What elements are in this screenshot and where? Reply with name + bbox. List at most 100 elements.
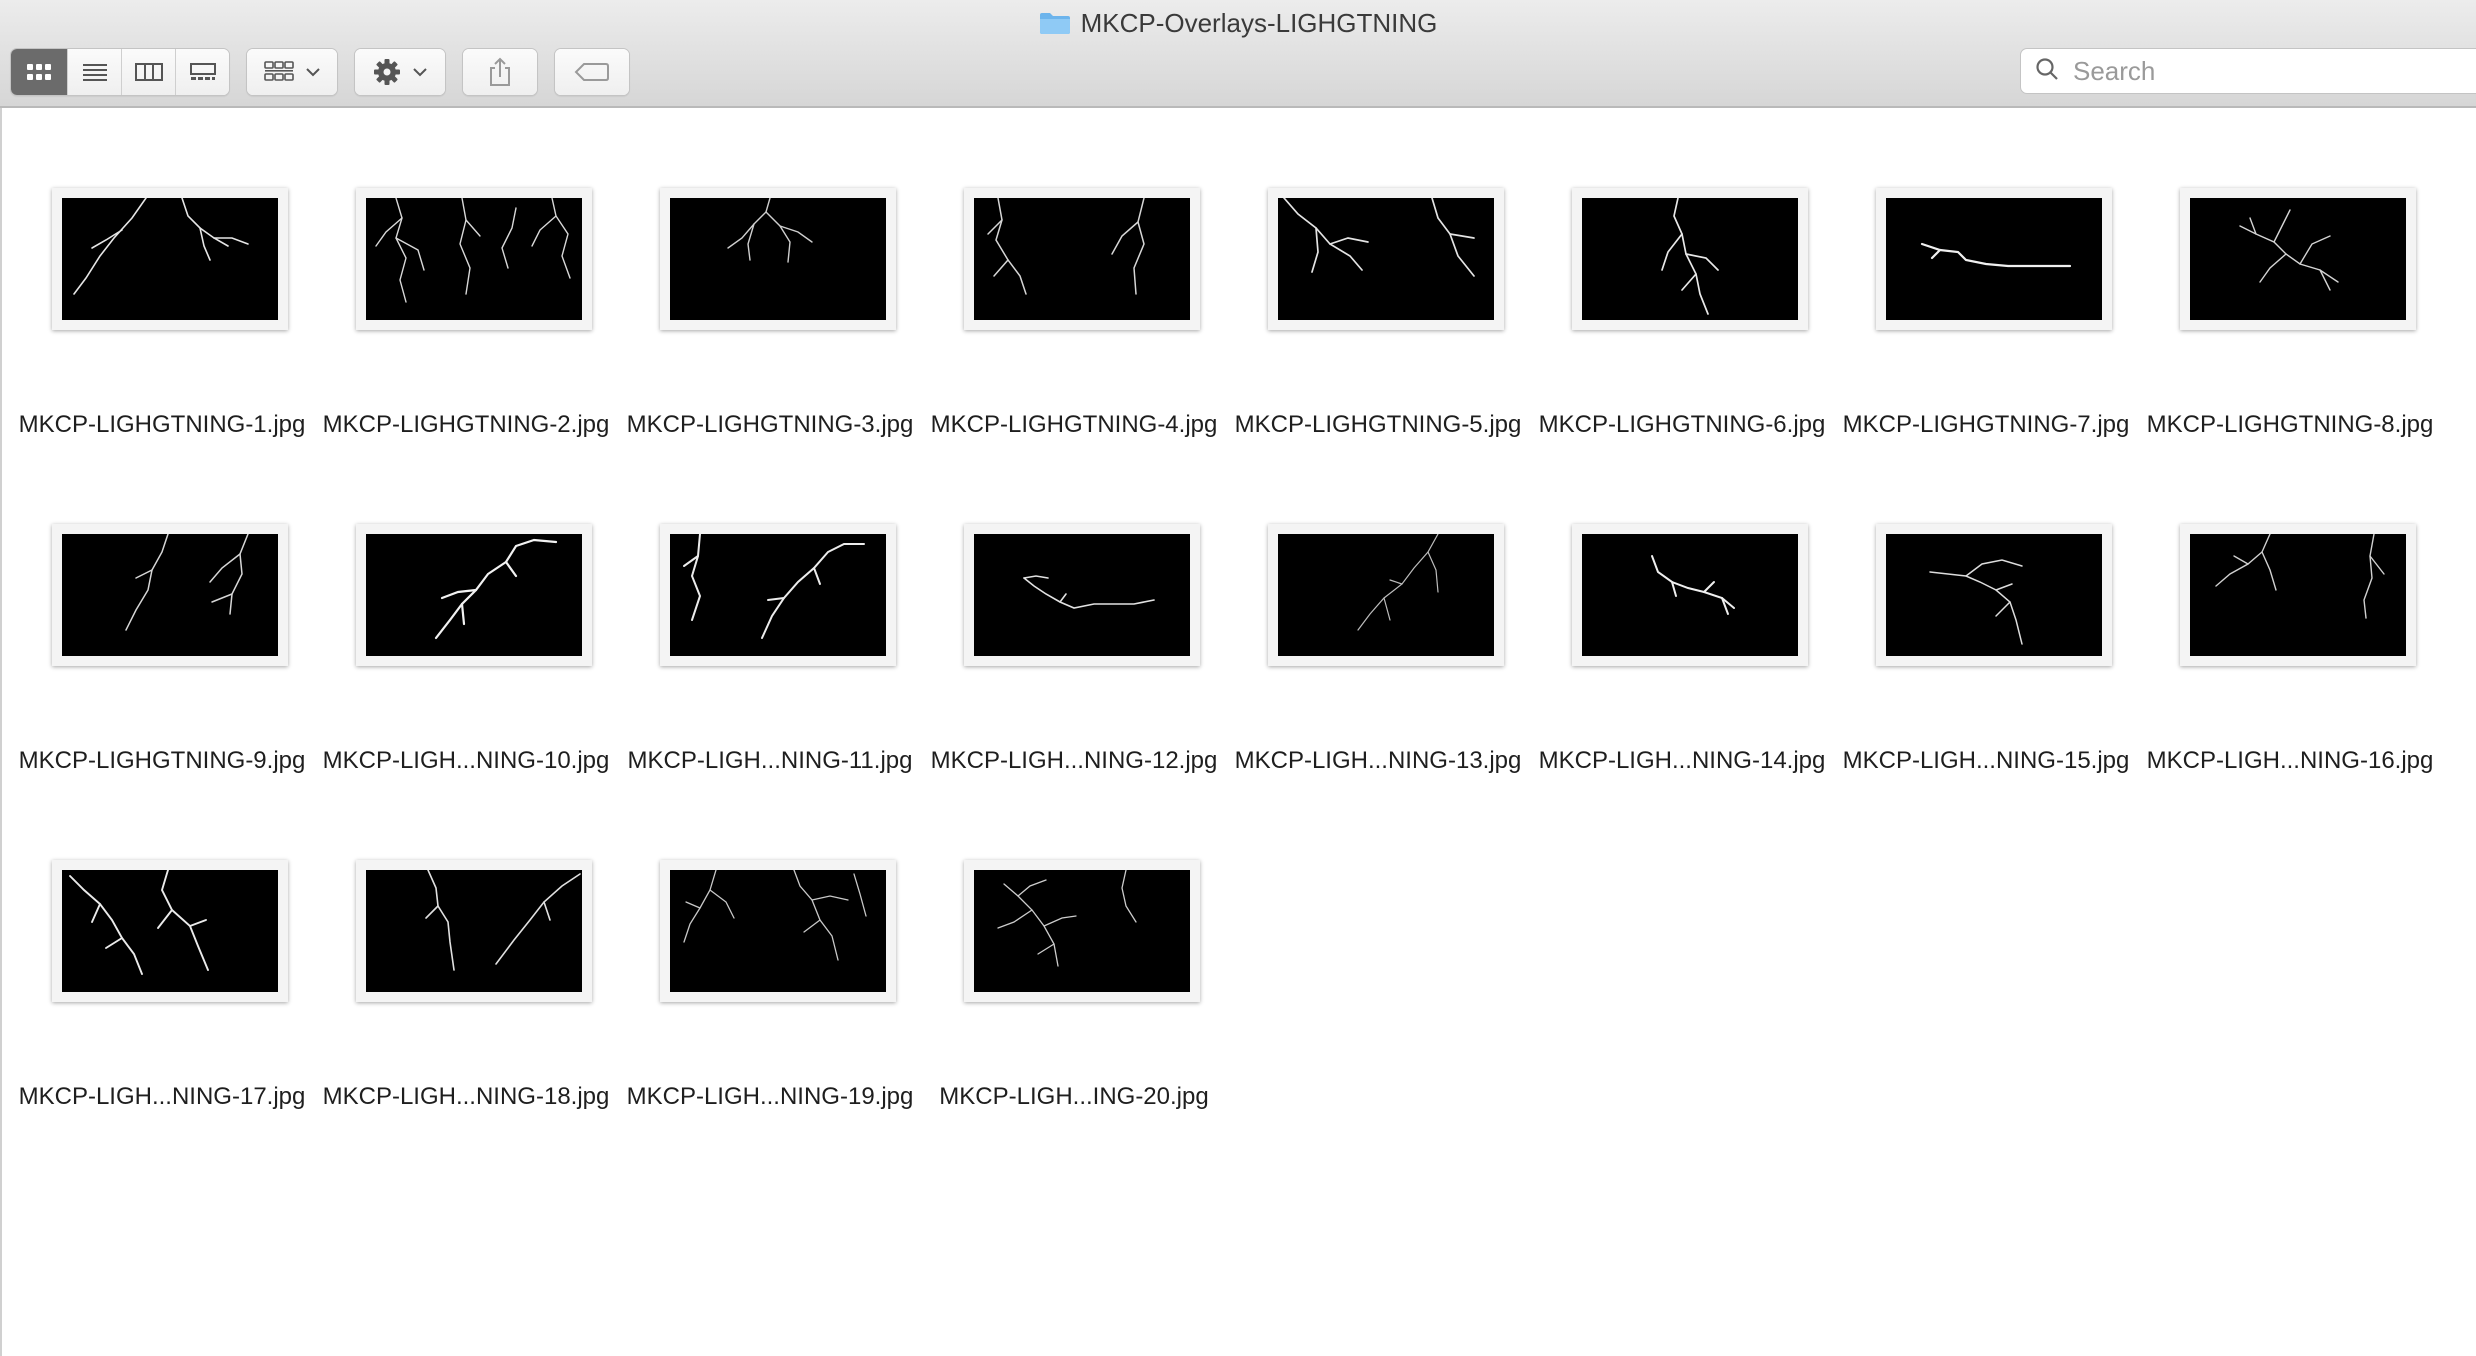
file-thumbnail [1572,188,1808,330]
lightning-thumbnail-image [1278,198,1494,320]
file-thumbnail [660,524,896,666]
lightning-thumbnail-image [1886,198,2102,320]
search-field[interactable] [2020,48,2476,94]
lightning-thumbnail-image [2190,534,2406,656]
file-name: MKCP-LIGH...NING-15.jpg [1842,747,2130,774]
lightning-thumbnail-image [2190,198,2406,320]
file-name: MKCP-LIGH...NING-11.jpg [627,747,913,774]
file-thumbnail [356,524,592,666]
window-title: MKCP-Overlays-LIGHGTNING [1080,7,1438,38]
file-item[interactable]: MKCP-LIGH...NING-14.jpg [1530,444,1834,774]
icon-view-button[interactable] [11,49,67,95]
lightning-thumbnail-image [974,534,1190,656]
lightning-thumbnail-image [1582,534,1798,656]
file-item[interactable]: MKCP-LIGH...NING-17.jpg [10,780,314,1110]
file-name: MKCP-LIGHGTNING-7.jpg [1842,411,2130,438]
file-item[interactable]: MKCP-LIGHGTNING-6.jpg [1530,108,1834,438]
file-item[interactable]: MKCP-LIGH...NING-18.jpg [314,780,618,1110]
file-name: MKCP-LIGH...NING-18.jpg [322,1083,610,1110]
lightning-thumbnail-image [1886,534,2102,656]
list-icon [82,62,108,82]
file-item[interactable]: MKCP-LIGHGTNING-1.jpg [10,108,314,438]
file-name: MKCP-LIGH...NING-16.jpg [2146,747,2434,774]
file-item[interactable]: MKCP-LIGHGTNING-9.jpg [10,444,314,774]
file-item[interactable]: MKCP-LIGH...NING-15.jpg [1834,444,2138,774]
group-by-control [246,48,338,96]
finder-window: MKCP-Overlays-LIGHGTNING Search MKCP-LIG… [0,0,2476,1356]
chevron-down-icon [306,67,320,77]
file-name: MKCP-LIGH...NING-10.jpg [322,747,610,774]
share-button[interactable] [463,49,537,95]
file-name: MKCP-LIGH...NING-19.jpg [626,1083,914,1110]
tag-icon [574,62,610,82]
file-item[interactable]: MKCP-LIGHGTNING-2.jpg [314,108,618,438]
group-by-icon [264,61,294,83]
view-mode-control [10,48,230,96]
file-item[interactable]: MKCP-LIGH...NING-13.jpg [1226,444,1530,774]
file-thumbnail [2180,524,2416,666]
file-name: MKCP-LIGHGTNING-2.jpg [322,411,610,438]
file-item[interactable]: MKCP-LIGH...NING-19.jpg [618,780,922,1110]
file-name: MKCP-LIGHGTNING-8.jpg [2146,411,2434,438]
folder-icon [1039,11,1071,35]
lightning-thumbnail-image [974,198,1190,320]
file-name: MKCP-LIGH...NING-14.jpg [1538,747,1826,774]
file-name: MKCP-LIGHGTNING-6.jpg [1538,411,1826,438]
file-thumbnail [1268,188,1504,330]
gear-icon [373,58,401,86]
file-thumbnail [2180,188,2416,330]
file-name: MKCP-LIGHGTNING-9.jpg [18,747,306,774]
file-thumbnail [52,524,288,666]
file-item[interactable]: MKCP-LIGHGTNING-5.jpg [1226,108,1530,438]
file-thumbnail [1268,524,1504,666]
column-view-button[interactable] [121,49,175,95]
search-icon [2035,57,2059,86]
file-name: MKCP-LIGHGTNING-1.jpg [18,411,306,438]
file-name: MKCP-LIGH...ING-20.jpg [939,1083,1209,1110]
lightning-thumbnail-image [670,870,886,992]
file-thumbnail [964,524,1200,666]
share-icon [488,57,512,87]
action-control [354,48,446,96]
lightning-thumbnail-image [670,198,886,320]
file-item[interactable]: MKCP-LIGHGTNING-4.jpg [922,108,1226,438]
file-name: MKCP-LIGH...NING-12.jpg [930,747,1218,774]
file-item[interactable]: MKCP-LIGHGTNING-7.jpg [1834,108,2138,438]
file-item[interactable]: MKCP-LIGH...NING-12.jpg [922,444,1226,774]
lightning-thumbnail-image [974,870,1190,992]
tags-button[interactable] [555,49,629,95]
gallery-view-button[interactable] [175,49,229,95]
file-thumbnail [356,860,592,1002]
lightning-thumbnail-image [366,534,582,656]
file-thumbnail [660,860,896,1002]
list-view-button[interactable] [67,49,121,95]
search-input[interactable] [2071,54,2455,88]
file-item[interactable]: MKCP-LIGHGTNING-3.jpg [618,108,922,438]
file-name: MKCP-LIGHGTNING-4.jpg [930,411,1218,438]
chevron-down-icon [413,67,427,77]
file-thumbnail [356,188,592,330]
file-icon-grid: MKCP-LIGHGTNING-1.jpg MKCP-LIGHGTNING-2.… [0,108,2476,1356]
columns-icon [134,62,163,82]
group-by-button[interactable] [247,49,337,95]
file-item[interactable]: MKCP-LIGH...NING-16.jpg [2138,444,2442,774]
lightning-thumbnail-image [62,198,278,320]
lightning-thumbnail-image [1582,198,1798,320]
grid-icon [26,62,52,82]
file-thumbnail [1876,188,2112,330]
file-name: MKCP-LIGH...NING-17.jpg [18,1083,306,1110]
file-item[interactable]: MKCP-LIGH...NING-11.jpg [618,444,922,774]
lightning-thumbnail-image [366,870,582,992]
file-item[interactable]: MKCP-LIGH...NING-10.jpg [314,444,618,774]
lightning-thumbnail-image [62,534,278,656]
file-thumbnail [1876,524,2112,666]
tags-control [554,48,630,96]
lightning-thumbnail-image [366,198,582,320]
file-item[interactable]: MKCP-LIGHGTNING-8.jpg [2138,108,2442,438]
action-menu-button[interactable] [355,49,445,95]
toolbar: MKCP-Overlays-LIGHGTNING [0,0,2476,108]
lightning-thumbnail-image [62,870,278,992]
share-control [462,48,538,96]
gallery-icon [189,62,217,82]
file-item[interactable]: MKCP-LIGH...ING-20.jpg [922,780,1226,1110]
